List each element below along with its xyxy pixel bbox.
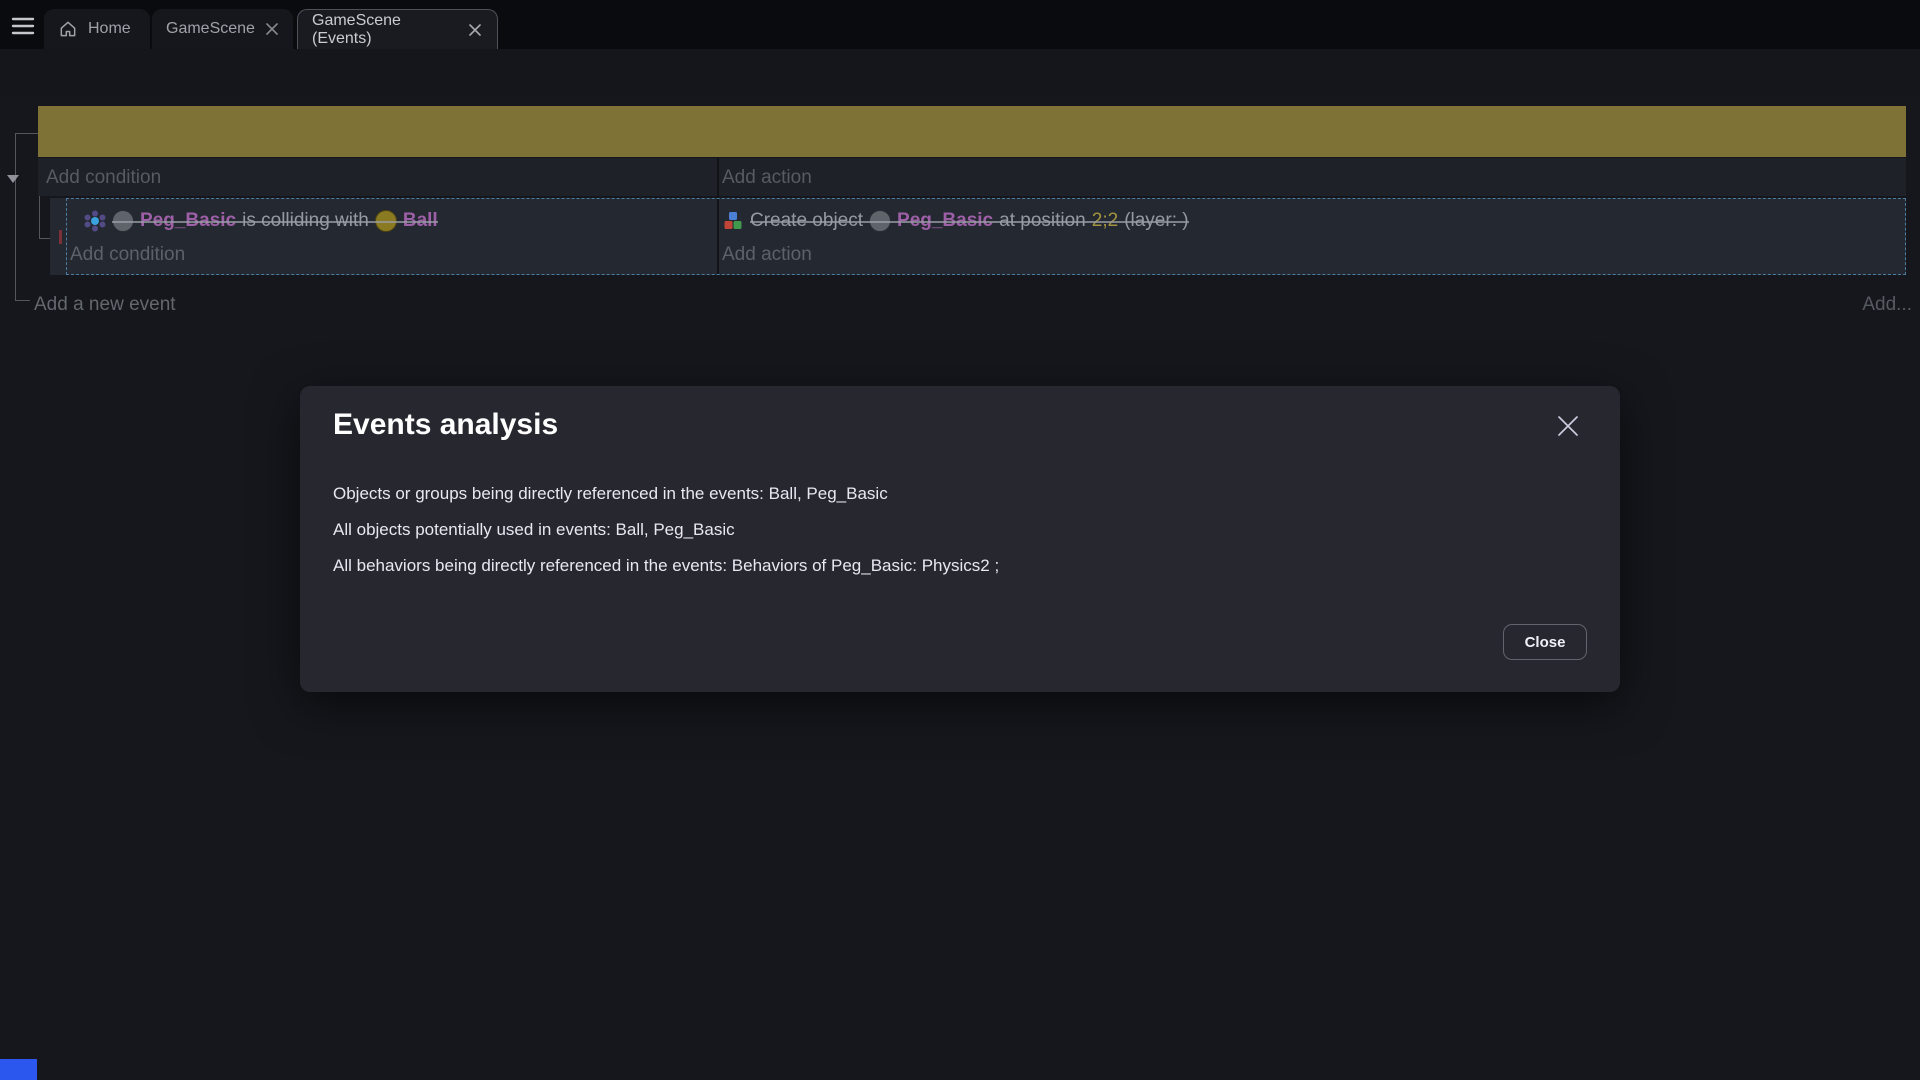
add-action-link[interactable]: Add action bbox=[722, 244, 812, 266]
action-text: at position bbox=[999, 210, 1086, 232]
object-thumbnail-peg-basic bbox=[112, 210, 134, 232]
object-thumbnail-peg-basic bbox=[869, 210, 891, 232]
close-button[interactable]: Close bbox=[1503, 624, 1587, 660]
tab-home[interactable]: Home bbox=[44, 9, 150, 49]
add-more-link[interactable]: Add... bbox=[1862, 294, 1912, 316]
dialog-body: Objects or groups being directly referen… bbox=[333, 483, 999, 576]
collision-condition-icon bbox=[84, 210, 106, 232]
add-new-event-link[interactable]: Add a new event bbox=[34, 294, 176, 316]
analysis-line-objects-used: All objects potentially used in events: … bbox=[333, 519, 999, 540]
analysis-line-objects-referenced: Objects or groups being directly referen… bbox=[333, 483, 999, 504]
condition-item[interactable]: Peg_Basic is colliding with Ball bbox=[84, 205, 438, 237]
create-object-action-icon bbox=[722, 210, 744, 232]
dialog-close-button[interactable] bbox=[1554, 412, 1582, 440]
tab-label: Home bbox=[88, 20, 131, 38]
tree-connector bbox=[15, 300, 30, 301]
toolbar: Preview Publish bbox=[0, 49, 1920, 95]
object-thumbnail-ball bbox=[375, 210, 397, 232]
analysis-line-behaviors-referenced: All behaviors being directly referenced … bbox=[333, 555, 999, 576]
tab-label: GameScene (Events) bbox=[312, 12, 456, 48]
close-tab-icon[interactable] bbox=[265, 20, 279, 38]
object-name: Peg_Basic bbox=[140, 210, 236, 232]
event-header-row: Add condition Add action bbox=[38, 158, 1906, 196]
tab-gamescene[interactable]: GameScene bbox=[152, 9, 293, 49]
tree-connector bbox=[39, 238, 50, 239]
main-menu-button[interactable] bbox=[11, 14, 39, 38]
position-value: 2;2 bbox=[1092, 210, 1118, 232]
tab-label: GameScene bbox=[166, 20, 255, 38]
add-action-header[interactable]: Add action bbox=[722, 167, 812, 189]
condition-action-divider bbox=[717, 158, 719, 275]
collapse-event-caret-icon[interactable] bbox=[7, 175, 19, 183]
event-group-bar[interactable] bbox=[38, 106, 1906, 157]
layer-text: (layer: ) bbox=[1124, 210, 1188, 232]
close-tab-icon[interactable] bbox=[466, 21, 483, 39]
event-drag-marker bbox=[59, 230, 62, 244]
object-name: Ball bbox=[403, 210, 438, 232]
condition-text: is colliding with bbox=[242, 210, 369, 232]
action-item[interactable]: Create object Peg_Basic at position 2;2 … bbox=[722, 205, 1189, 237]
events-analysis-dialog: Events analysis Objects or groups being … bbox=[300, 386, 1620, 692]
add-condition-link[interactable]: Add condition bbox=[70, 244, 185, 266]
dialog-title: Events analysis bbox=[333, 408, 558, 442]
tree-connector bbox=[15, 133, 38, 134]
home-icon bbox=[58, 19, 78, 39]
hamburger-icon bbox=[11, 16, 39, 36]
tab-gamescene-events[interactable]: GameScene (Events) bbox=[297, 9, 498, 50]
add-condition-header[interactable]: Add condition bbox=[46, 167, 161, 189]
tab-bar: Home GameScene GameScene (Events) bbox=[0, 0, 1920, 49]
object-name: Peg_Basic bbox=[897, 210, 993, 232]
action-verb: Create object bbox=[750, 210, 863, 232]
close-icon bbox=[1557, 415, 1579, 437]
bottom-left-blue-widget bbox=[0, 1059, 37, 1080]
tree-connector bbox=[15, 133, 16, 300]
